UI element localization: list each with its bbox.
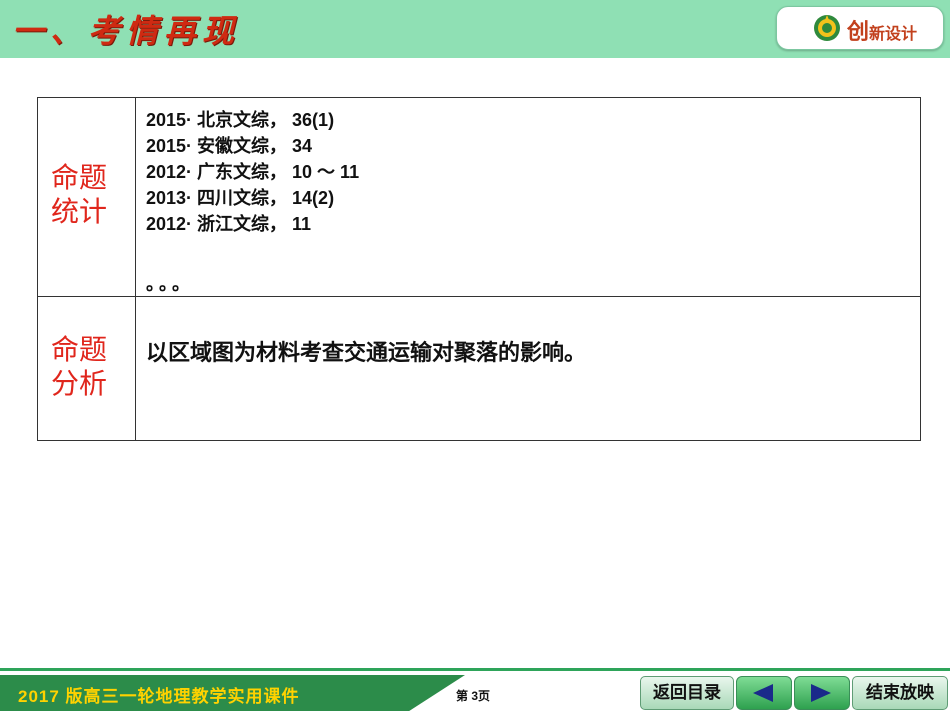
course-title: 2017 版高三一轮地理教学实用课件 <box>18 687 300 706</box>
end-show-button[interactable]: 结束放映 <box>852 676 948 710</box>
brand-rest: 新设计 <box>869 24 918 43</box>
row-label-analysis: 命题分析 <box>51 334 108 399</box>
footer-bar: 2017 版高三一轮地理教学实用课件 第 3页 返回目录 结束放映 <box>0 671 950 713</box>
row-label-statistics: 命题统计 <box>51 162 108 227</box>
table-row: 命题分析 以区域图为材料考查交通运输对聚落的影响。 <box>38 297 920 440</box>
list-item: 2015· 安徽文综， 34 <box>146 136 313 156</box>
logo-emblem-icon <box>814 15 840 41</box>
list-item: 2015· 北京文综， 36(1) <box>146 110 335 130</box>
prev-slide-button[interactable] <box>736 676 792 710</box>
exam-info-table: 命题统计 2015· 北京文综， 36(1) 2015· 安徽文综， 34 20… <box>37 97 921 441</box>
page-number: 第 3页 <box>456 689 491 703</box>
list-item: 2012· 广东文综， 10 ～ 11 <box>146 162 360 182</box>
label-cell: 命题统计 <box>38 98 136 296</box>
list-item: 2012· 浙江文综， 11 <box>146 214 312 234</box>
brand-badge: 创新设计 <box>776 6 944 50</box>
brand-text: 创新设计 <box>847 14 917 46</box>
label-cell: 命题分析 <box>38 297 136 440</box>
ellipsis-text: 。。。 <box>146 274 194 294</box>
next-slide-button[interactable] <box>794 676 850 710</box>
page-title: 一、考情再现 <box>12 12 241 50</box>
header-bar: 一、考情再现 创新设计 <box>0 0 950 58</box>
brand-main: 创 <box>847 19 870 45</box>
table-row: 命题统计 2015· 北京文综， 36(1) 2015· 安徽文综， 34 20… <box>38 98 920 297</box>
prev-arrow-icon <box>753 684 773 702</box>
analysis-text: 以区域图为材料考查交通运输对聚落的影响。 <box>146 340 587 365</box>
header-divider <box>0 58 950 62</box>
list-item: 2013· 四川文综， 14(2) <box>146 188 335 208</box>
next-arrow-icon <box>811 684 831 702</box>
statistics-list: 2015· 北京文综， 36(1) 2015· 安徽文综， 34 2012· 广… <box>146 107 359 237</box>
back-to-contents-button[interactable]: 返回目录 <box>640 676 734 710</box>
